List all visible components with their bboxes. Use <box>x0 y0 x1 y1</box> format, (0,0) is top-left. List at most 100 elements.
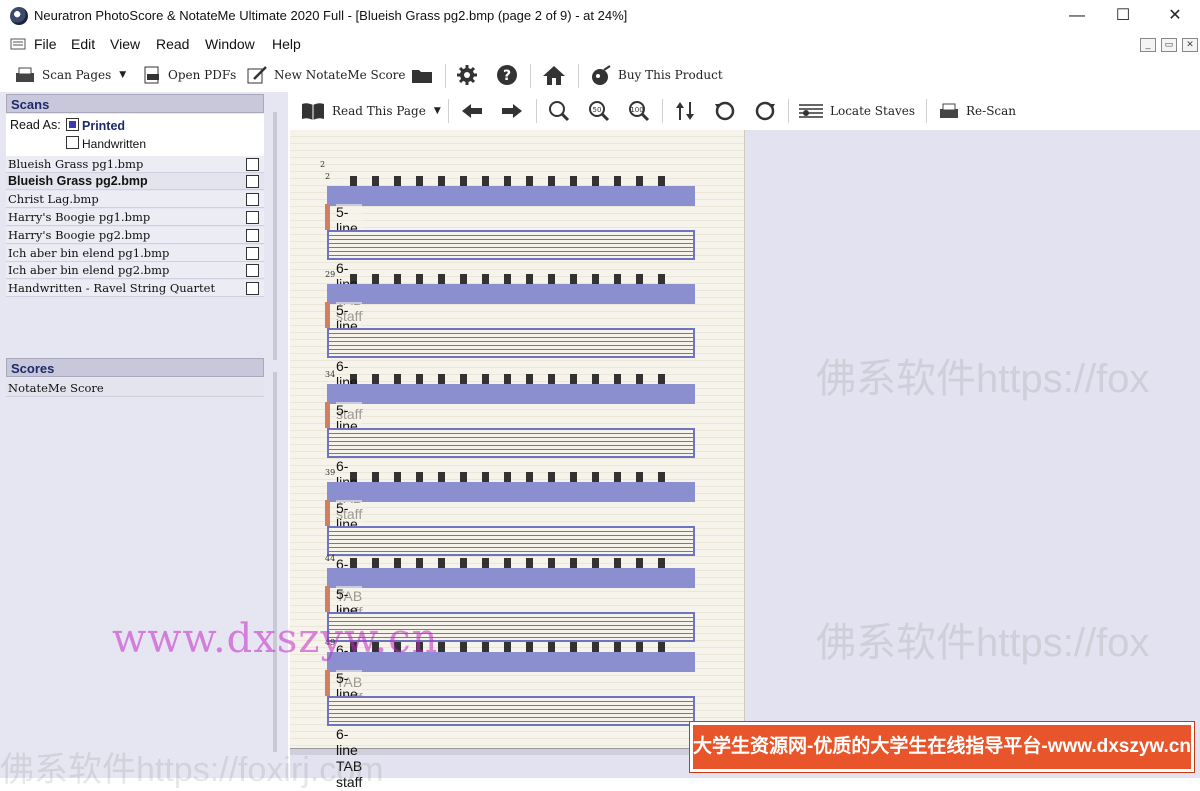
toolbar-separator <box>445 64 446 88</box>
measure-number: 39 <box>325 468 336 477</box>
scan-item-harrys-boogie-pg1[interactable]: Harry's Boogie pg1.bmp <box>6 209 264 226</box>
score-item-notateme[interactable]: NotateMe Score <box>6 380 264 397</box>
menu-edit[interactable]: Edit <box>71 36 95 52</box>
scan-item-ich-aber-pg2[interactable]: Ich aber bin elend pg2.bmp <box>6 262 264 279</box>
scan-item-checkbox[interactable] <box>246 211 259 224</box>
site-watermark: www.dxszyw.cn <box>112 616 439 662</box>
home-icon <box>543 66 565 85</box>
staff-highlight[interactable] <box>327 568 695 588</box>
rescan-button[interactable]: Re-Scan <box>938 100 1016 122</box>
shopping-bag-icon <box>592 65 611 85</box>
scan-pages-label: Scan Pages <box>42 68 112 82</box>
tab-staff[interactable] <box>327 696 695 726</box>
next-page-button[interactable] <box>500 100 530 122</box>
help-button[interactable]: ? <box>496 64 524 86</box>
watermark-text: 佛系软件https://fox <box>816 621 1150 665</box>
scan-item-checkbox[interactable] <box>246 247 259 260</box>
tab-staff[interactable] <box>327 230 695 260</box>
chevron-down-icon[interactable]: ▼ <box>434 106 441 116</box>
menu-window[interactable]: Window <box>205 36 255 52</box>
tab-staff[interactable] <box>327 428 695 458</box>
handwritten-checkbox[interactable] <box>66 136 79 149</box>
measure-number: 34 <box>325 370 336 379</box>
page-number: 2 <box>320 160 326 169</box>
measure-number: 44 <box>325 554 336 563</box>
read-page-button[interactable]: Read This Page ▼ <box>300 100 441 122</box>
staff-highlight[interactable] <box>327 482 695 502</box>
locate-staves-label: Locate Staves <box>830 104 916 118</box>
scores-header: Scores <box>6 358 264 377</box>
scores-scrollbar[interactable] <box>273 372 277 752</box>
scan-item-checkbox[interactable] <box>246 175 259 188</box>
mdi-restore-button[interactable]: ▭ <box>1161 38 1177 52</box>
buy-product-button[interactable]: Buy This Product <box>590 64 723 86</box>
scan-item-ich-aber-pg1[interactable]: Ich aber bin elend pg1.bmp <box>6 245 264 262</box>
title-bar: Neuratron PhotoScore & NotateMe Ultimate… <box>0 0 1200 32</box>
new-score-button[interactable]: New NotateMe Score <box>246 64 406 86</box>
toolbar-separator <box>926 99 927 123</box>
rotate-right-button[interactable] <box>754 100 782 122</box>
handwritten-option[interactable]: Handwritten <box>66 136 146 151</box>
previous-page-button[interactable] <box>460 100 490 122</box>
minimize-button[interactable]: — <box>1054 0 1100 32</box>
pdf-icon <box>144 66 159 84</box>
scan-item-checkbox[interactable] <box>246 193 259 206</box>
scan-item-label: Harry's Boogie pg1.bmp <box>8 210 151 224</box>
zoom-out-button[interactable]: 100 <box>628 100 656 122</box>
scan-item-ravel-quartet[interactable]: Handwritten - Ravel String Quartet <box>6 280 264 297</box>
settings-button[interactable] <box>456 64 484 86</box>
staff-marker <box>325 204 330 230</box>
flip-button[interactable] <box>674 100 702 122</box>
home-button[interactable] <box>542 64 572 86</box>
staff-lines-icon <box>799 104 823 118</box>
scan-item-checkbox[interactable] <box>246 282 259 295</box>
scan-item-christ-lag[interactable]: Christ Lag.bmp <box>6 191 264 208</box>
printed-checkbox[interactable] <box>66 118 79 131</box>
scans-scrollbar[interactable] <box>273 112 277 360</box>
menu-read[interactable]: Read <box>156 36 189 52</box>
scan-item-blueish-grass-pg2[interactable]: Blueish Grass pg2.bmp <box>6 173 264 190</box>
scan-item-checkbox[interactable] <box>246 158 259 171</box>
tab-staff[interactable] <box>327 328 695 358</box>
rotate-left-button[interactable] <box>714 100 742 122</box>
menu-help[interactable]: Help <box>272 36 301 52</box>
zoom-in-button[interactable]: 50 <box>588 100 616 122</box>
read-page-label: Read This Page <box>332 104 426 118</box>
scan-item-blueish-grass-pg1[interactable]: Blueish Grass pg1.bmp <box>6 156 264 173</box>
maximize-button[interactable]: ☐ <box>1100 0 1146 32</box>
new-score-label: New NotateMe Score <box>274 68 406 82</box>
scan-item-label: Christ Lag.bmp <box>8 192 99 206</box>
document-menu-icon[interactable] <box>10 37 26 51</box>
menu-file[interactable]: File <box>34 36 57 52</box>
staff-highlight[interactable] <box>327 284 695 304</box>
close-button[interactable]: ✕ <box>1152 0 1198 32</box>
mdi-close-button[interactable]: ✕ <box>1182 38 1198 52</box>
staff-highlight[interactable] <box>327 384 695 404</box>
scan-item-checkbox[interactable] <box>246 264 259 277</box>
scanner-icon <box>940 103 958 118</box>
printed-option[interactable]: Printed <box>66 118 125 133</box>
toolbar-separator <box>578 64 579 88</box>
staff-marker <box>325 402 330 428</box>
watermark-text: 佛系软件https://foxirj.com <box>0 751 384 789</box>
open-folder-button[interactable] <box>410 64 440 86</box>
scanner-icon <box>16 67 34 82</box>
mdi-minimize-button[interactable]: _ <box>1140 38 1156 52</box>
open-pdfs-button[interactable]: Open PDFs <box>142 64 236 86</box>
scan-item-checkbox[interactable] <box>246 229 259 242</box>
zoom-button[interactable] <box>548 100 576 122</box>
scan-item-harrys-boogie-pg2[interactable]: Harry's Boogie pg2.bmp <box>6 227 264 244</box>
zoom-in-icon: 50 <box>589 101 610 122</box>
score-item-label: NotateMe Score <box>8 381 104 395</box>
staff-highlight[interactable] <box>327 186 695 206</box>
chevron-down-icon[interactable]: ▼ <box>119 70 126 80</box>
locate-staves-button[interactable]: Locate Staves <box>798 100 915 122</box>
tab-staff[interactable] <box>327 526 695 556</box>
scan-pages-button[interactable]: Scan Pages ▼ <box>14 64 126 86</box>
open-book-icon <box>302 103 324 120</box>
help-icon: ? <box>497 65 517 85</box>
handwritten-label: Handwritten <box>82 137 147 151</box>
menu-view[interactable]: View <box>110 36 140 52</box>
printed-label: Printed <box>82 119 126 133</box>
staff-marker <box>325 302 330 328</box>
